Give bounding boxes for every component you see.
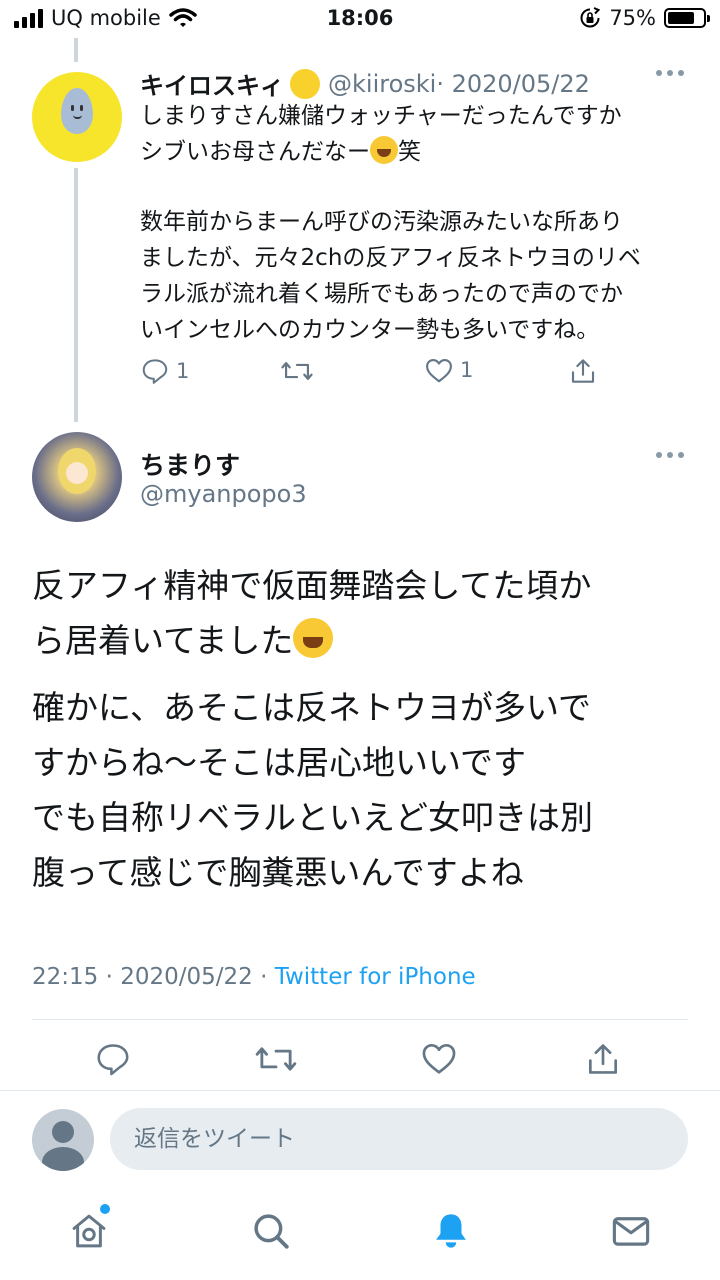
text-line: シブいお母さんだなー 笑: [140, 134, 700, 170]
text-segment: ら居着いてました: [32, 621, 294, 660]
thread-line: [74, 168, 78, 422]
parent-tweet-actions: 1 1: [140, 356, 620, 390]
parent-reply-button[interactable]: 1: [140, 356, 189, 386]
main-tweet-actions: [0, 1040, 720, 1080]
home-icon: [72, 1214, 106, 1248]
like-icon: [422, 1043, 456, 1074]
divider: [0, 1090, 720, 1091]
parent-tweet-header: キイロスキィ @kiiroski · 2020/05/22: [140, 66, 590, 101]
parent-tweet-text: しまりすさん嫌儲ウォッチャーだったんですか シブいお母さんだなー 笑 数年前からま…: [140, 98, 700, 348]
status-bar: UQ mobile 18:06 75%: [0, 0, 720, 38]
share-icon: [571, 359, 595, 383]
tab-search[interactable]: [246, 1206, 296, 1256]
text-line: 腹って感じで胸糞悪いんですよね: [32, 853, 524, 892]
text-line: でも自称リベラルといえど女叩きは別: [32, 798, 593, 837]
text-line: しまりすさん嫌儲ウォッチャーだったんですか: [140, 103, 622, 129]
tweet-source-link[interactable]: Twitter for iPhone: [275, 964, 476, 990]
thread-line-top: [74, 38, 78, 62]
tweet-timestamp: 22:15 · 2020/05/22 ·: [32, 964, 275, 990]
laughing-emoji-icon: [370, 136, 398, 164]
parent-avatar[interactable]: [32, 72, 122, 162]
reply-input[interactable]: 返信をツイート: [110, 1108, 688, 1170]
parent-date: · 2020/05/22: [436, 69, 590, 98]
laughing-emoji-icon: [293, 618, 334, 658]
notifications-icon: [436, 1214, 466, 1248]
more-icon: [656, 452, 684, 458]
text-line: すからね～そこは居心地いいです: [32, 743, 527, 782]
main-handle[interactable]: @myanpopo3: [140, 480, 307, 508]
parent-like-button[interactable]: 1: [424, 356, 473, 384]
reply-icon: [142, 359, 168, 384]
main-like-button[interactable]: [420, 1040, 458, 1076]
home-new-content-dot: [100, 1204, 110, 1214]
egg-avatar-icon: [61, 88, 93, 134]
user-avatar[interactable]: [32, 1109, 94, 1171]
parent-retweet-button[interactable]: [280, 356, 314, 386]
main-share-button[interactable]: [584, 1040, 622, 1078]
main-tweet-text: 反アフィ精神で仮面舞踏会してた頃か ら居着いてました 確かに、あそこは反ネトウヨ…: [32, 558, 702, 900]
parent-handle[interactable]: @kiiroski: [328, 70, 436, 98]
like-icon: [426, 358, 452, 383]
text-line: ら居着いてました: [32, 613, 702, 668]
text-segment: シブいお母さんだなー: [140, 139, 370, 165]
text-line: いインセルへのカウンター勢も多いですね。: [140, 317, 600, 343]
tab-notifications[interactable]: [426, 1206, 476, 1256]
default-avatar-icon: [52, 1121, 74, 1143]
tab-messages[interactable]: [606, 1206, 656, 1256]
text-line: 反アフィ精神で仮面舞踏会してた頃か: [32, 566, 592, 605]
main-reply-button[interactable]: [94, 1040, 132, 1078]
tweet-meta: 22:15 · 2020/05/22 · Twitter for iPhone: [32, 964, 476, 990]
text-line: 数年前からまーん呼びの汚染源みたいな所あり: [140, 209, 623, 235]
parent-display-name[interactable]: キイロスキィ: [140, 66, 284, 101]
search-icon: [254, 1214, 289, 1249]
main-more-button[interactable]: [656, 452, 684, 458]
reply-icon: [97, 1044, 129, 1076]
parent-more-button[interactable]: [656, 70, 684, 76]
parent-share-button[interactable]: [568, 356, 598, 386]
main-avatar[interactable]: [32, 432, 122, 522]
divider: [32, 1019, 688, 1020]
text-line: ラル派が流れ着く場所でもあったので声のでか: [140, 281, 623, 307]
parent-reply-count: 1: [176, 359, 190, 383]
share-icon: [588, 1044, 618, 1074]
parent-like-count: 1: [460, 358, 474, 382]
more-icon: [656, 70, 684, 76]
battery-percent: 75%: [609, 6, 656, 30]
retweet-icon: [281, 362, 313, 380]
main-display-name[interactable]: ちまりす: [140, 446, 240, 482]
retweet-icon: [255, 1047, 297, 1071]
status-right: 75%: [579, 6, 710, 30]
battery-fill: [668, 12, 694, 24]
battery-icon: [664, 8, 710, 28]
text-line: ましたが、元々2chの反アフィ反ネトウヨのリベ: [140, 245, 641, 271]
avatar-face: [66, 462, 88, 484]
text-segment: 笑: [398, 139, 421, 165]
text-line: 確かに、あそこは反ネトウヨが多いで: [32, 688, 592, 727]
yellow-circle-emoji-icon: [290, 68, 320, 99]
main-retweet-button[interactable]: [254, 1040, 298, 1078]
rotation-lock-icon: [580, 7, 601, 28]
messages-icon: [612, 1217, 650, 1246]
